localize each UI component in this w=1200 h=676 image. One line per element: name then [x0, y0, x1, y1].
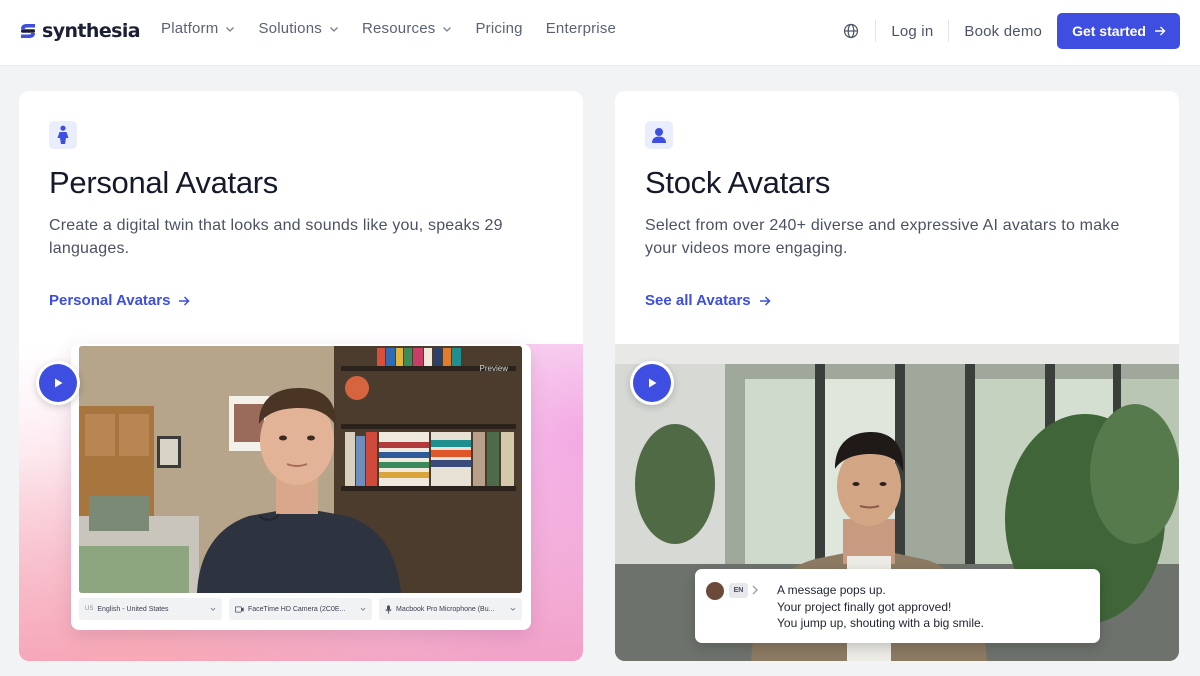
microphone-icon — [385, 604, 392, 614]
camera-icon — [235, 606, 244, 612]
see-all-avatars-link[interactable]: See all Avatars — [645, 292, 771, 309]
play-button[interactable] — [630, 361, 674, 405]
menu-solutions[interactable]: Solutions — [258, 20, 339, 37]
device-controls: US English - United States FaceTime HD C… — [79, 598, 522, 620]
select-label: FaceTime HD Camera (2C0E... — [248, 605, 346, 613]
person-standing-icon — [49, 121, 77, 149]
stock-avatar-video: EN A message pops up. Your project final… — [615, 344, 1179, 661]
chevron-down-icon — [226, 26, 235, 32]
menu-enterprise[interactable]: Enterprise — [546, 20, 616, 37]
menu-platform[interactable]: Platform — [161, 20, 235, 37]
menu-pricing[interactable]: Pricing — [475, 20, 522, 37]
card-description: Select from over 240+ diverse and expres… — [645, 217, 1120, 257]
flag-label: US — [85, 606, 94, 612]
script-line: Your project finally got approved! — [777, 599, 952, 614]
script-text: A message pops up. Your project finally … — [777, 582, 984, 632]
chevron-down-icon — [210, 607, 216, 611]
chevron-down-icon — [330, 26, 338, 32]
personal-avatar-demo: Preview US English - United States FaceT… — [19, 344, 583, 661]
chevron-down-icon — [360, 607, 366, 611]
camera-select[interactable]: FaceTime HD Camera (2C0E... — [229, 598, 372, 620]
stock-avatars-card: Stock Avatars Select from over 240+ dive… — [615, 91, 1179, 661]
link-label: Personal Avatars — [49, 292, 171, 309]
personal-avatars-link[interactable]: Personal Avatars — [49, 292, 191, 309]
globe-icon[interactable] — [843, 23, 859, 39]
menu-label: Solutions — [258, 20, 322, 37]
webcam-scene-image — [79, 346, 522, 593]
brand-name: synthesia — [42, 20, 141, 42]
chevron-down-icon — [443, 26, 452, 32]
user-icon — [645, 121, 673, 149]
get-started-button[interactable]: Get started — [1057, 13, 1180, 49]
top-navigation: synthesia Platform Solutions Resources P… — [0, 0, 1200, 66]
preview-label: Preview — [479, 364, 508, 373]
script-line: You jump up, shouting with a big smile. — [777, 616, 985, 630]
menu-resources[interactable]: Resources — [362, 20, 453, 37]
arrow-right-icon — [1155, 26, 1166, 36]
chevron-right-icon — [752, 585, 758, 595]
play-icon — [55, 378, 63, 388]
select-label: Macbook Pro Microphone (Bu... — [396, 605, 495, 613]
synthesia-logo-icon — [21, 24, 35, 38]
play-button[interactable] — [36, 361, 80, 405]
menu-label: Pricing — [475, 20, 523, 37]
arrow-right-icon — [759, 295, 771, 306]
main-menu: Platform Solutions Resources Pricing Ent… — [161, 20, 616, 37]
nav-actions: Log in Book demo Get started — [843, 13, 1180, 49]
script-line: A message pops up. — [777, 583, 886, 597]
login-link[interactable]: Log in — [876, 23, 948, 40]
play-icon — [649, 378, 657, 388]
language-select[interactable]: US English - United States — [79, 598, 222, 620]
menu-label: Platform — [161, 20, 219, 37]
chevron-down-icon — [510, 607, 516, 611]
card-title: Personal Avatars — [49, 165, 278, 200]
personal-avatars-card: Personal Avatars Create a digital twin t… — [19, 91, 583, 661]
get-started-label: Get started — [1072, 23, 1146, 39]
arrow-right-icon — [179, 295, 191, 306]
webcam-preview: Preview — [79, 346, 522, 593]
avatar — [706, 582, 724, 600]
link-label: See all Avatars — [645, 292, 751, 309]
card-description: Create a digital twin that looks and sou… — [49, 217, 503, 257]
menu-label: Resources — [361, 20, 436, 37]
recording-window: Preview US English - United States FaceT… — [71, 344, 531, 630]
select-label: English - United States — [97, 605, 169, 613]
microphone-select[interactable]: Macbook Pro Microphone (Bu... — [379, 598, 522, 620]
book-demo-link[interactable]: Book demo — [949, 23, 1057, 40]
card-title: Stock Avatars — [645, 165, 831, 200]
language-badge: EN — [729, 583, 748, 598]
synthesia-logo[interactable]: synthesia — [18, 20, 141, 42]
message-popup: EN A message pops up. Your project final… — [695, 569, 1100, 643]
menu-label: Enterprise — [545, 20, 617, 37]
